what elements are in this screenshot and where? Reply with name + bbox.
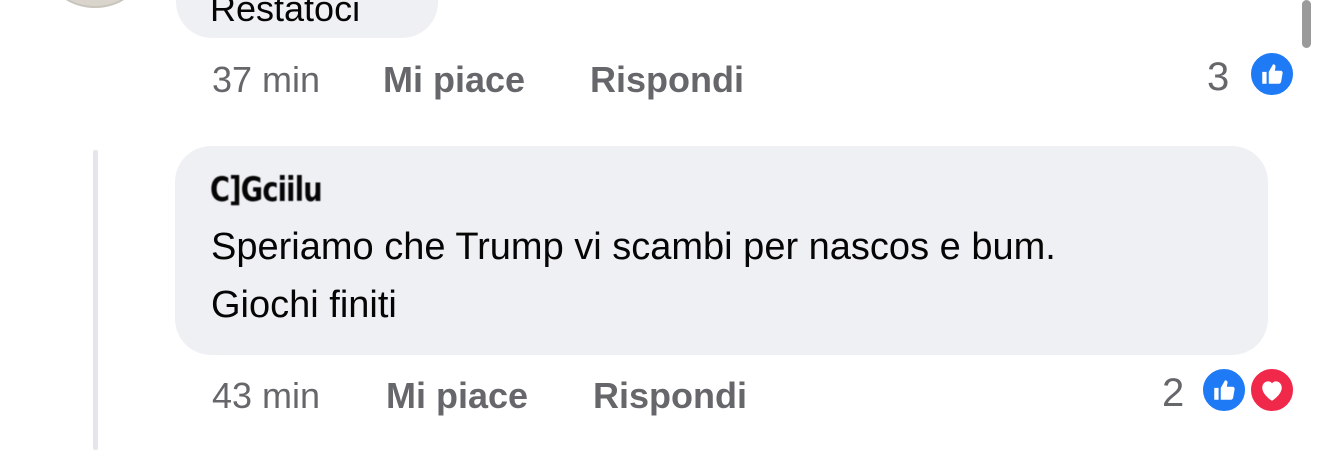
comment-time[interactable]: 37 min xyxy=(212,59,320,101)
comment-time[interactable]: 43 min xyxy=(212,375,320,417)
reply-thread-line xyxy=(93,150,98,450)
avatar[interactable] xyxy=(50,0,140,8)
reply-button[interactable]: Rispondi xyxy=(590,59,744,101)
scrollbar[interactable] xyxy=(1302,0,1311,48)
love-icon[interactable] xyxy=(1248,366,1296,414)
comment-text: Restatoci xyxy=(210,0,361,29)
comment-text-line-2: Giochi finiti xyxy=(211,284,397,326)
like-icon[interactable] xyxy=(1200,366,1248,414)
reaction-count[interactable]: 2 xyxy=(1162,371,1184,416)
like-icon[interactable] xyxy=(1248,50,1296,98)
comment-text-line-1: Speriamo che Trump vi scambi per nascos … xyxy=(211,226,1056,268)
comment-bubble-top: Restatoci xyxy=(176,0,438,38)
comment-author[interactable]: C]Gciilu xyxy=(210,170,323,210)
reply-button[interactable]: Rispondi xyxy=(593,375,747,417)
author-blur-overlay xyxy=(330,178,440,208)
like-button[interactable]: Mi piace xyxy=(383,59,525,101)
reaction-count[interactable]: 3 xyxy=(1207,55,1229,100)
like-button[interactable]: Mi piace xyxy=(386,375,528,417)
